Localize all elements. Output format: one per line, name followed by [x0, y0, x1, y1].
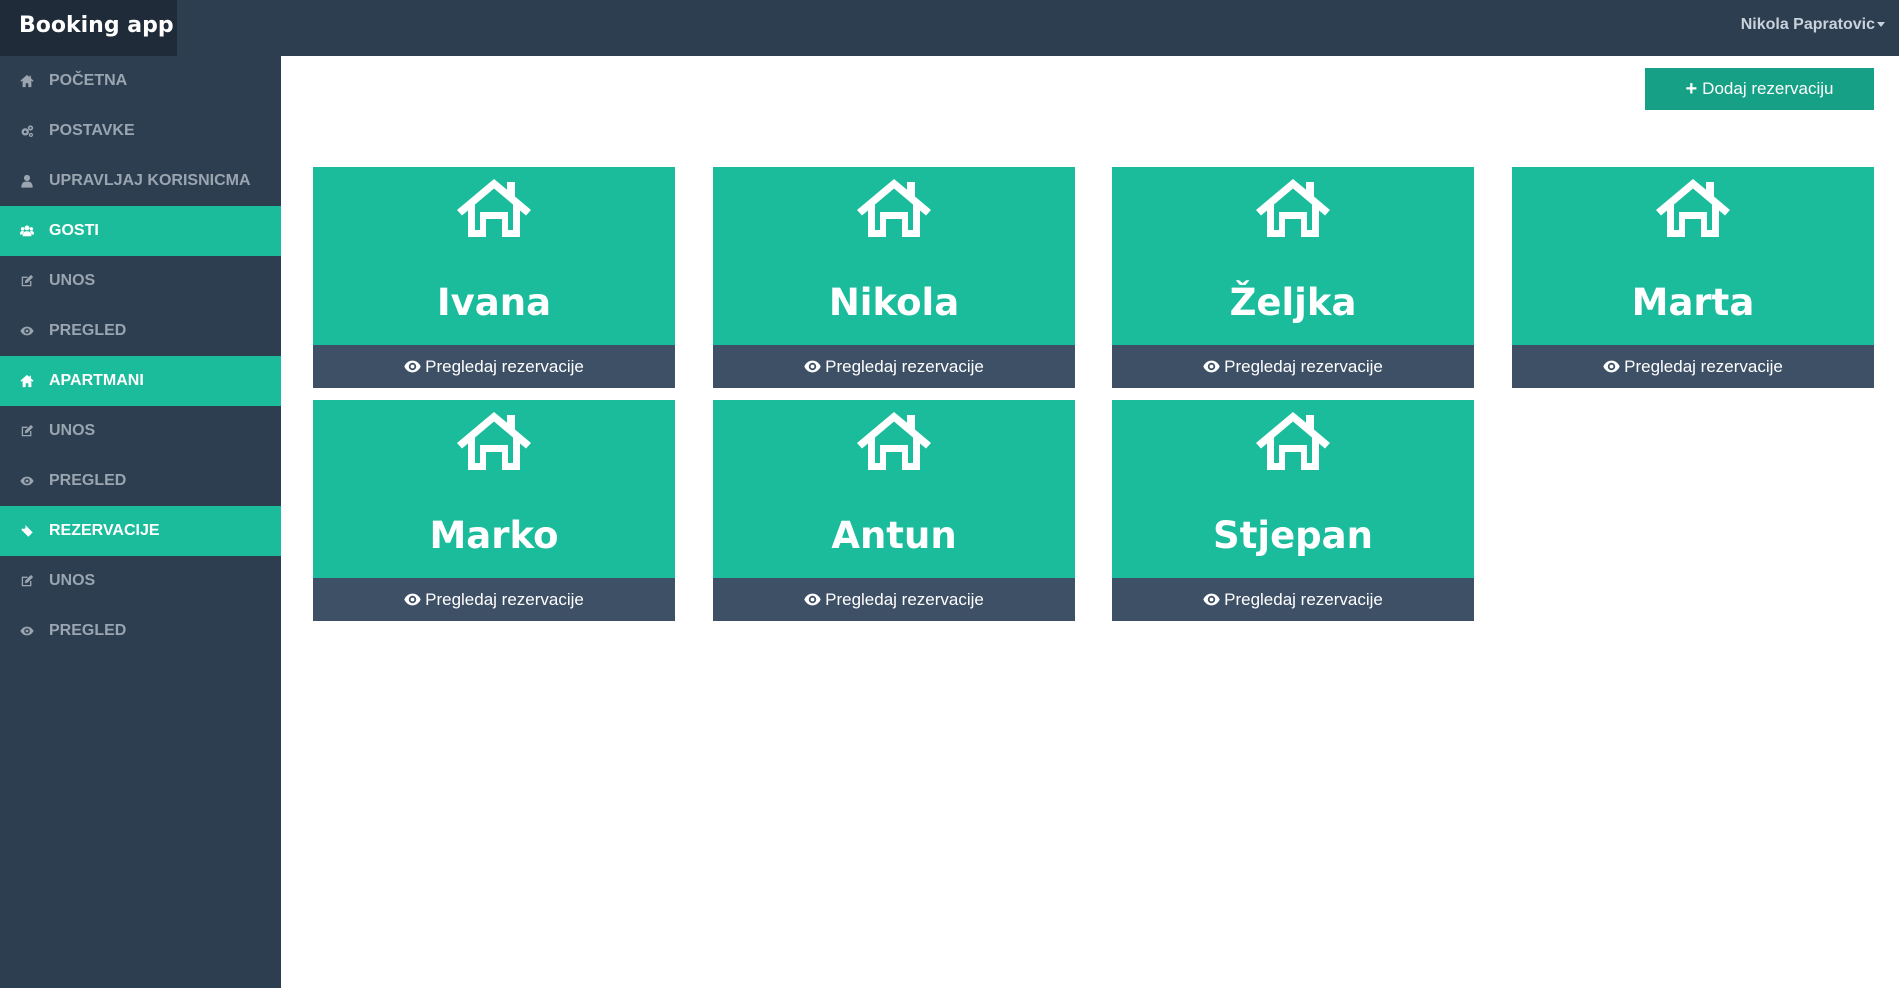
guest-name: Željka: [1229, 281, 1357, 324]
view-reservations-label: Pregledaj rezervacije: [1224, 589, 1383, 609]
cogs-icon: [19, 123, 35, 139]
eye-icon: [804, 593, 821, 606]
guest-card-ivana[interactable]: Ivana Pregledaj rezervacije: [313, 167, 675, 388]
eye-icon: [1603, 360, 1620, 373]
sidebar-item-label: UNOS: [49, 572, 96, 589]
edit-icon: [19, 423, 35, 439]
guest-name: Marko: [429, 514, 559, 557]
guest-card-stjepan[interactable]: Stjepan Pregledaj rezervacije: [1112, 400, 1474, 621]
card-header: Marko: [313, 400, 675, 578]
sidebar-item-label: UNOS: [49, 422, 96, 439]
sidebar-item-apartmani-pregled[interactable]: PREGLED: [0, 456, 281, 506]
card-header: Ivana: [313, 167, 675, 345]
sidebar-item-label: PREGLED: [49, 622, 127, 639]
eye-icon: [404, 360, 421, 373]
view-reservations-link[interactable]: Pregledaj rezervacije: [313, 578, 675, 621]
add-reservation-button[interactable]: + Dodaj rezervaciju: [1645, 68, 1874, 110]
view-reservations-link[interactable]: Pregledaj rezervacije: [1112, 345, 1474, 388]
sidebar-item-gosti-unos[interactable]: UNOS: [0, 256, 281, 306]
home-icon: [1255, 177, 1331, 239]
view-reservations-label: Pregledaj rezervacije: [425, 356, 584, 376]
add-reservation-label: Dodaj rezervaciju: [1702, 79, 1834, 98]
card-header: Željka: [1112, 167, 1474, 345]
top-navbar: Booking app Nikola Papratovic: [0, 0, 1899, 56]
sidebar-item-postavke[interactable]: POSTAVKE: [0, 106, 281, 156]
eye-icon: [404, 593, 421, 606]
card-header: Antun: [713, 400, 1075, 578]
guest-card-marko[interactable]: Marko Pregledaj rezervacije: [313, 400, 675, 621]
home-icon: [1655, 177, 1731, 239]
view-reservations-label: Pregledaj rezervacije: [1624, 356, 1783, 376]
app-brand[interactable]: Booking app: [0, 0, 177, 56]
sidebar-item-label: APARTMANI: [49, 372, 144, 389]
eye-icon: [804, 360, 821, 373]
home-icon: [19, 373, 35, 389]
eye-icon: [1203, 360, 1220, 373]
user-menu[interactable]: Nikola Papratovic: [1741, 0, 1885, 49]
sidebar-item-apartmani-unos[interactable]: UNOS: [0, 406, 281, 456]
view-reservations-label: Pregledaj rezervacije: [425, 589, 584, 609]
view-reservations-link[interactable]: Pregledaj rezervacije: [313, 345, 675, 388]
home-icon: [856, 177, 932, 239]
sidebar-item-apartmani[interactable]: APARTMANI: [0, 356, 281, 406]
sidebar-item-label: UNOS: [49, 272, 96, 289]
sidebar-item-upravljaj-korisnicma[interactable]: UPRAVLJAJ KORISNICMA: [0, 156, 281, 206]
sidebar-item-pocetna[interactable]: POČETNA: [0, 56, 281, 106]
sidebar-item-rezervacije[interactable]: REZERVACIJE: [0, 506, 281, 556]
sidebar-item-label: UPRAVLJAJ KORISNICMA: [49, 172, 251, 189]
home-icon: [456, 410, 532, 472]
sidebar: POČETNA POSTAVKE UPRAVLJAJ KORISNICMA GO…: [0, 56, 281, 988]
guest-name: Antun: [831, 514, 957, 557]
eye-icon: [1203, 593, 1220, 606]
sidebar-item-rezervacije-pregled[interactable]: PREGLED: [0, 606, 281, 656]
eye-icon: [19, 323, 35, 339]
home-icon: [456, 177, 532, 239]
guest-name: Ivana: [436, 281, 552, 324]
view-reservations-link[interactable]: Pregledaj rezervacije: [1112, 578, 1474, 621]
sidebar-item-label: PREGLED: [49, 322, 127, 339]
edit-icon: [19, 273, 35, 289]
home-icon: [856, 410, 932, 472]
view-reservations-label: Pregledaj rezervacije: [825, 356, 984, 376]
guest-name: Stjepan: [1213, 514, 1373, 557]
users-icon: [19, 223, 35, 239]
ticket-icon: [19, 523, 35, 539]
sidebar-item-gosti[interactable]: GOSTI: [0, 206, 281, 256]
view-reservations-label: Pregledaj rezervacije: [825, 589, 984, 609]
card-header: Marta: [1512, 167, 1874, 345]
guest-card-antun[interactable]: Antun Pregledaj rezervacije: [713, 400, 1075, 621]
home-icon: [19, 73, 35, 89]
sidebar-item-rezervacije-unos[interactable]: UNOS: [0, 556, 281, 606]
edit-icon: [19, 573, 35, 589]
sidebar-item-gosti-pregled[interactable]: PREGLED: [0, 306, 281, 356]
sidebar-item-label: PREGLED: [49, 472, 127, 489]
sidebar-item-label: POČETNA: [49, 72, 128, 89]
card-header: Stjepan: [1112, 400, 1474, 578]
sidebar-item-label: REZERVACIJE: [49, 522, 160, 539]
guest-card-zeljka[interactable]: Željka Pregledaj rezervacije: [1112, 167, 1474, 388]
eye-icon: [19, 473, 35, 489]
guest-card-nikola[interactable]: Nikola Pregledaj rezervacije: [713, 167, 1075, 388]
card-header: Nikola: [713, 167, 1075, 345]
guest-name: Nikola: [828, 281, 960, 324]
guest-name: Marta: [1631, 281, 1755, 324]
home-icon: [1255, 410, 1331, 472]
sidebar-item-label: POSTAVKE: [49, 122, 135, 139]
sidebar-item-label: GOSTI: [49, 222, 99, 239]
guest-card-marta[interactable]: Marta Pregledaj rezervacije: [1512, 167, 1874, 388]
chevron-down-icon: [1877, 22, 1885, 28]
user-icon: [19, 173, 35, 189]
plus-icon: +: [1685, 78, 1698, 100]
view-reservations-link[interactable]: Pregledaj rezervacije: [713, 578, 1075, 621]
view-reservations-link[interactable]: Pregledaj rezervacije: [1512, 345, 1874, 388]
view-reservations-link[interactable]: Pregledaj rezervacije: [713, 345, 1075, 388]
user-name: Nikola Papratovic: [1740, 16, 1875, 33]
eye-icon: [19, 623, 35, 639]
view-reservations-label: Pregledaj rezervacije: [1224, 356, 1383, 376]
